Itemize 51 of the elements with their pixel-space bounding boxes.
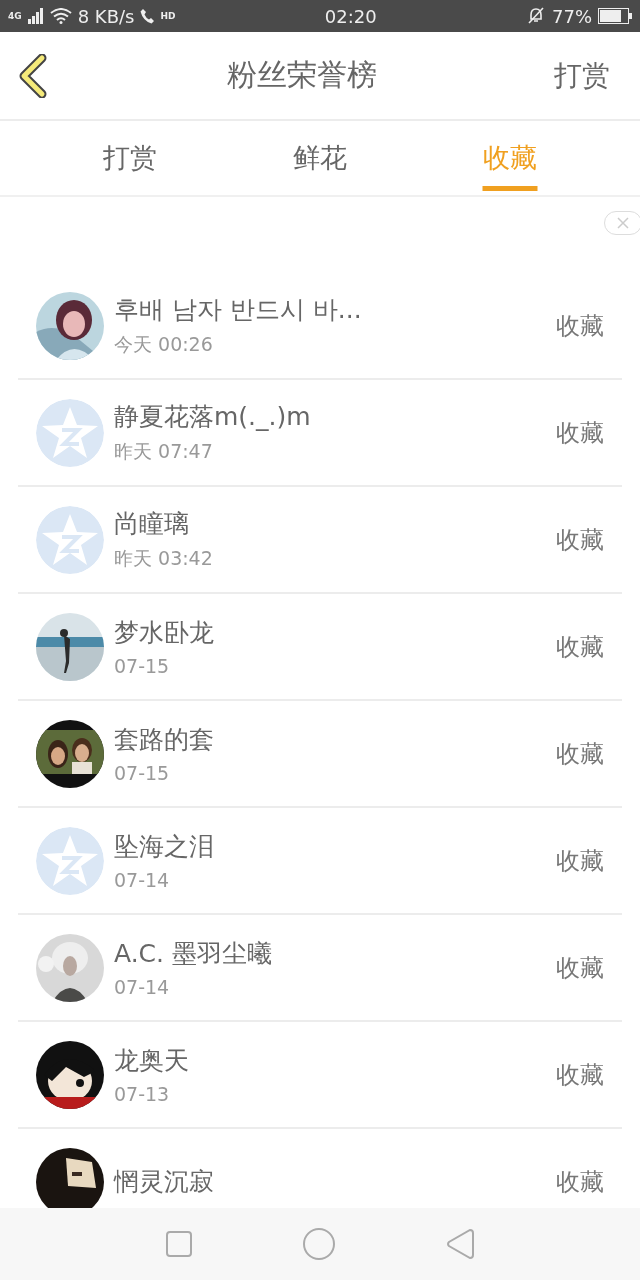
fan-time: 07-15 (114, 655, 171, 677)
network-speed: 8 KB/s (77, 5, 135, 27)
fan-name: 坠海之泪 (114, 831, 215, 863)
favorite-button[interactable]: 收藏 (556, 951, 604, 984)
triangle-icon (446, 1228, 475, 1260)
home-button[interactable] (303, 1228, 335, 1260)
fan-time: 07-13 (114, 1083, 171, 1105)
tab[interactable]: 鲜花 (225, 121, 415, 195)
fan-name: 套路的套 (114, 724, 215, 756)
fan-time: 昨天 03:42 (114, 546, 214, 571)
tab[interactable]: 打赏 (35, 121, 225, 195)
default-avatar-icon (36, 398, 104, 467)
fan-name: 梦水卧龙 (114, 617, 215, 649)
fan-name: 尚瞳璃 (114, 508, 190, 540)
fan-name: 龙奥天 (114, 1045, 190, 1077)
fan-name: A.C. 墨羽尘曦 (114, 938, 273, 970)
clock: 02:20 (324, 5, 377, 27)
favorite-button[interactable]: 收藏 (556, 737, 604, 770)
fan-time: 07-15 (114, 762, 171, 784)
battery-percent: 77% (552, 5, 592, 27)
fan-time: 今天 00:26 (114, 332, 214, 357)
phone-icon (140, 8, 155, 24)
fan-time: 07-14 (114, 976, 171, 998)
favorite-button[interactable]: 收藏 (556, 1165, 604, 1198)
fan-name: 静夏花落m(._.)m (114, 401, 312, 433)
fan-name: 惘灵沉寂 (114, 1166, 215, 1198)
favorite-button[interactable]: 收藏 (556, 523, 604, 556)
battery-icon (598, 8, 632, 24)
reward-button[interactable]: 打赏 (554, 56, 610, 95)
back-nav-button[interactable] (446, 1228, 475, 1260)
network-label: 4G (8, 11, 22, 21)
fan-time: 昨天 07:47 (114, 439, 214, 464)
fan-name: 후배 남자 반드시 바... (114, 294, 363, 326)
circle-icon (303, 1228, 335, 1260)
wifi-icon (49, 8, 72, 24)
favorite-button[interactable]: 收藏 (556, 844, 604, 877)
signal-icon (27, 8, 44, 24)
favorite-button[interactable]: 收藏 (556, 1058, 604, 1091)
call-quality-label: HD (160, 11, 176, 21)
page-title: 粉丝荣誉榜 (226, 56, 378, 94)
square-icon (165, 1231, 192, 1257)
default-avatar-icon (36, 505, 104, 574)
fan-time: 07-14 (114, 869, 171, 891)
favorite-button[interactable]: 收藏 (556, 309, 604, 342)
close-button[interactable] (604, 211, 640, 235)
favorite-button[interactable]: 收藏 (556, 630, 604, 663)
close-icon (616, 216, 630, 230)
default-avatar-icon (36, 826, 104, 895)
silent-bell-icon (526, 7, 546, 25)
favorite-button[interactable]: 收藏 (556, 416, 604, 449)
recents-button[interactable] (165, 1231, 192, 1257)
